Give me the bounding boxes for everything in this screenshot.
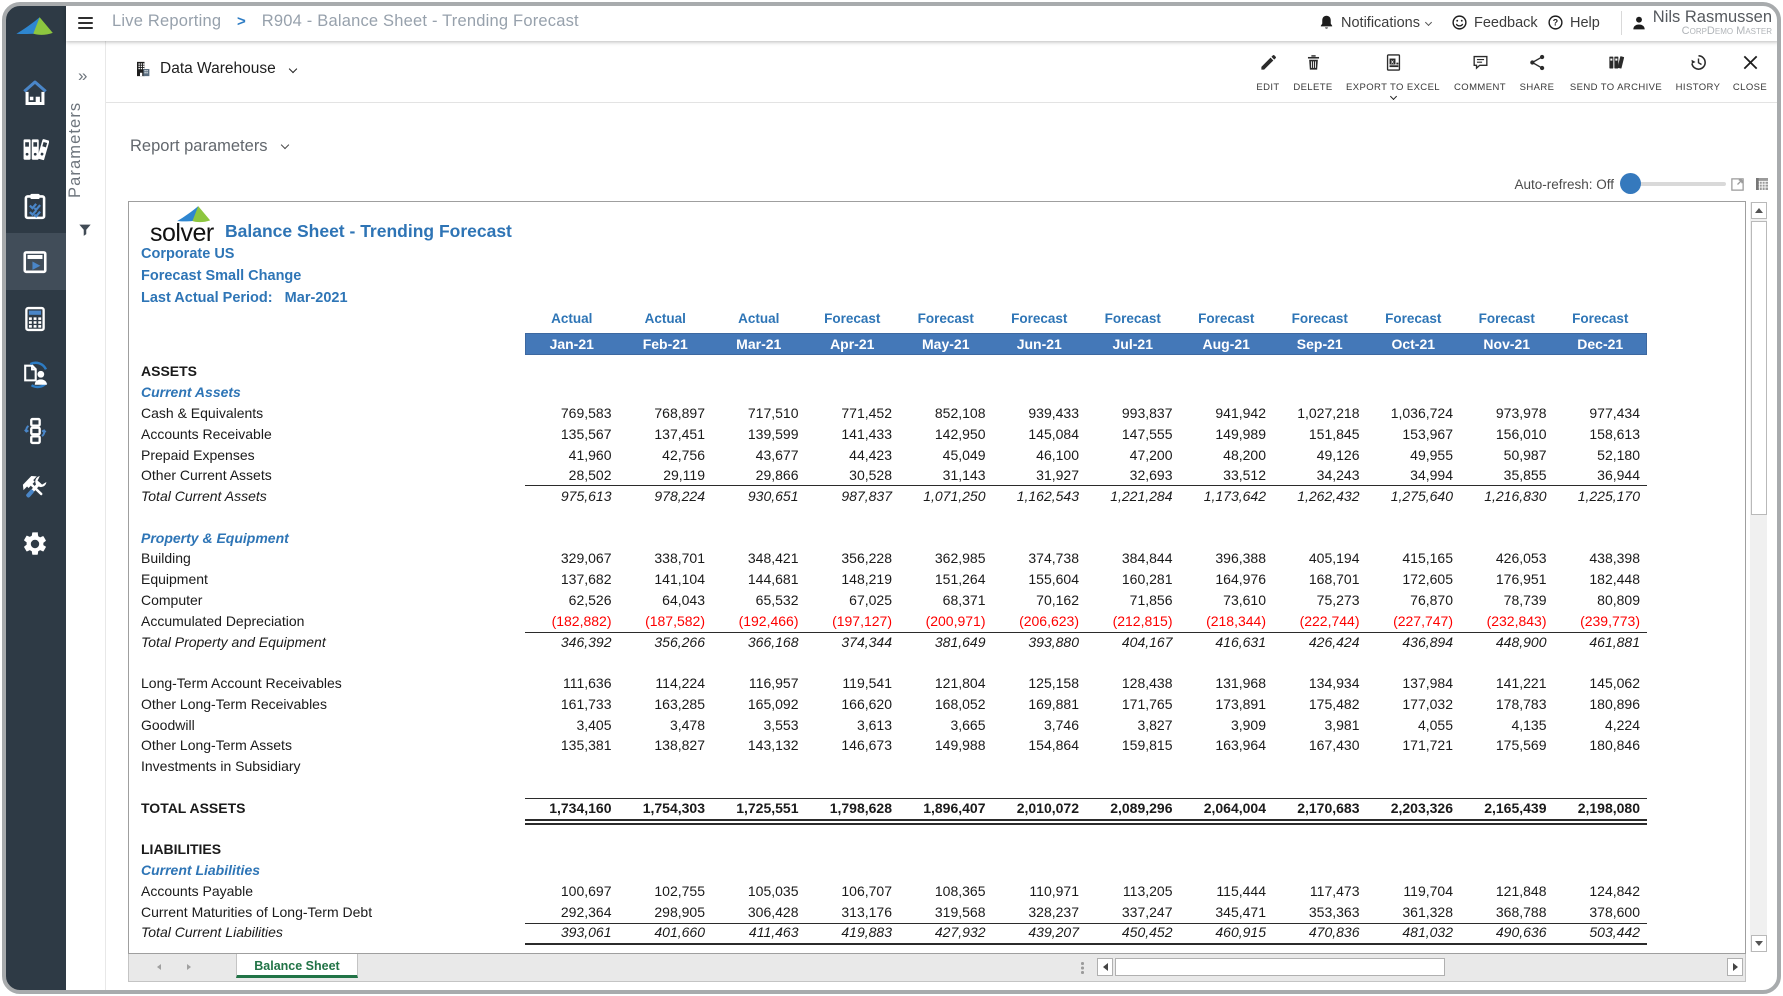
svg-text:?: ? <box>1553 18 1558 28</box>
